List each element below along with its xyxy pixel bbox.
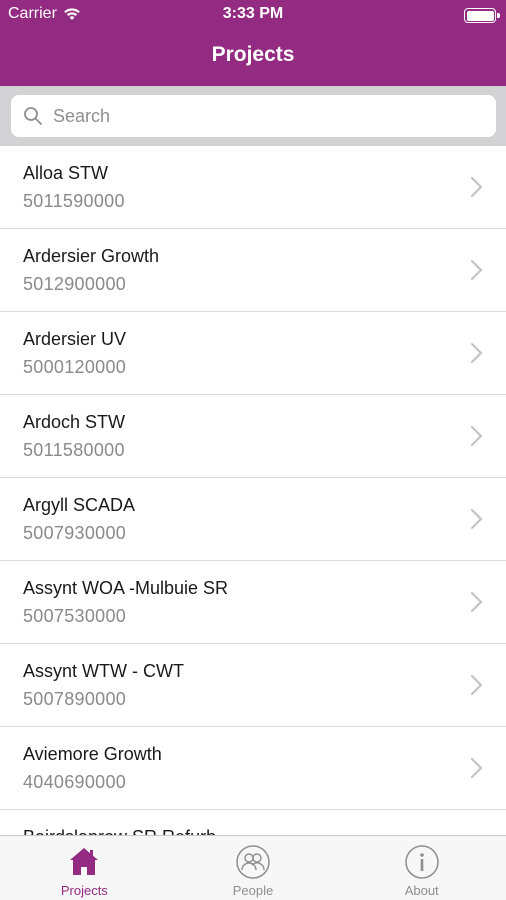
project-row[interactable]: Ardersier Growth 5012900000 xyxy=(0,229,506,312)
project-name: Ardersier Growth xyxy=(23,246,160,266)
project-row[interactable]: Assynt WTW - CWT 5007890000 xyxy=(0,644,506,727)
project-code: 5011580000 xyxy=(23,440,125,460)
chevron-right-icon xyxy=(470,757,483,779)
project-name: Aviemore Growth xyxy=(23,744,162,764)
chevron-right-icon xyxy=(470,674,483,696)
chevron-right-icon xyxy=(470,342,483,364)
project-list: Alloa STW 5011590000 Ardersier Growth 50129… xyxy=(0,146,506,835)
project-name: Assynt WTW - CWT xyxy=(23,661,184,681)
project-name: Alloa STW xyxy=(23,163,109,183)
tab-label: People xyxy=(232,883,274,898)
search-field[interactable] xyxy=(11,95,496,137)
project-code: 5011590000 xyxy=(23,191,125,211)
tab-label: About xyxy=(404,883,439,898)
chevron-right-icon xyxy=(470,508,483,530)
battery-icon xyxy=(464,8,500,23)
battery-fill xyxy=(466,10,494,21)
info-icon xyxy=(404,845,439,879)
tab-bar: Projects People About xyxy=(0,835,506,900)
chevron-right-icon xyxy=(470,591,483,613)
chevron-right-icon xyxy=(470,259,483,281)
project-name: Bairdslanrow SR Refurb xyxy=(23,827,216,835)
search-icon xyxy=(24,107,42,125)
project-name: Ardoch STW xyxy=(23,412,126,432)
project-row[interactable]: Alloa STW 5011590000 xyxy=(0,146,506,229)
chevron-right-icon xyxy=(470,176,483,198)
project-row[interactable]: Argyll SCADA 5007930000 xyxy=(0,478,506,561)
project-code: 5000120000 xyxy=(23,357,127,377)
project-row[interactable]: Assynt WOA -Mulbuie SR 5007530000 xyxy=(0,561,506,644)
project-code: 5007530000 xyxy=(23,606,127,626)
page-title: Projects xyxy=(211,43,295,66)
project-name: Assynt WOA -Mulbuie SR xyxy=(23,578,229,598)
tab-people[interactable]: People xyxy=(169,836,338,900)
search-bar xyxy=(0,86,506,146)
tab-label: Projects xyxy=(60,883,108,898)
search-input[interactable] xyxy=(53,105,473,127)
project-code: 5012900000 xyxy=(23,274,127,294)
project-row[interactable]: Ardoch STW 5011580000 xyxy=(0,395,506,478)
project-name: Argyll SCADA xyxy=(23,495,136,515)
tab-about[interactable]: About xyxy=(337,836,506,900)
house-icon xyxy=(70,848,99,875)
people-icon xyxy=(236,845,270,879)
project-code: 4040690000 xyxy=(23,772,127,792)
status-bar: Carrier 3:33 PM xyxy=(0,0,506,30)
project-row[interactable]: Aviemore Growth 4040690000 xyxy=(0,727,506,810)
project-row[interactable]: Bairdslanrow SR Refurb xyxy=(0,810,506,835)
nav-header: Carrier 3:33 PM Projects xyxy=(0,0,506,86)
project-code: 5007930000 xyxy=(23,523,127,543)
project-name: Ardersier UV xyxy=(23,329,127,349)
project-code: 5007890000 xyxy=(23,689,127,709)
chevron-right-icon xyxy=(470,425,483,447)
battery-tip xyxy=(497,13,500,18)
status-time: 3:33 PM xyxy=(222,5,284,22)
tab-projects[interactable]: Projects xyxy=(0,836,169,900)
project-row[interactable]: Ardersier UV 5000120000 xyxy=(0,312,506,395)
